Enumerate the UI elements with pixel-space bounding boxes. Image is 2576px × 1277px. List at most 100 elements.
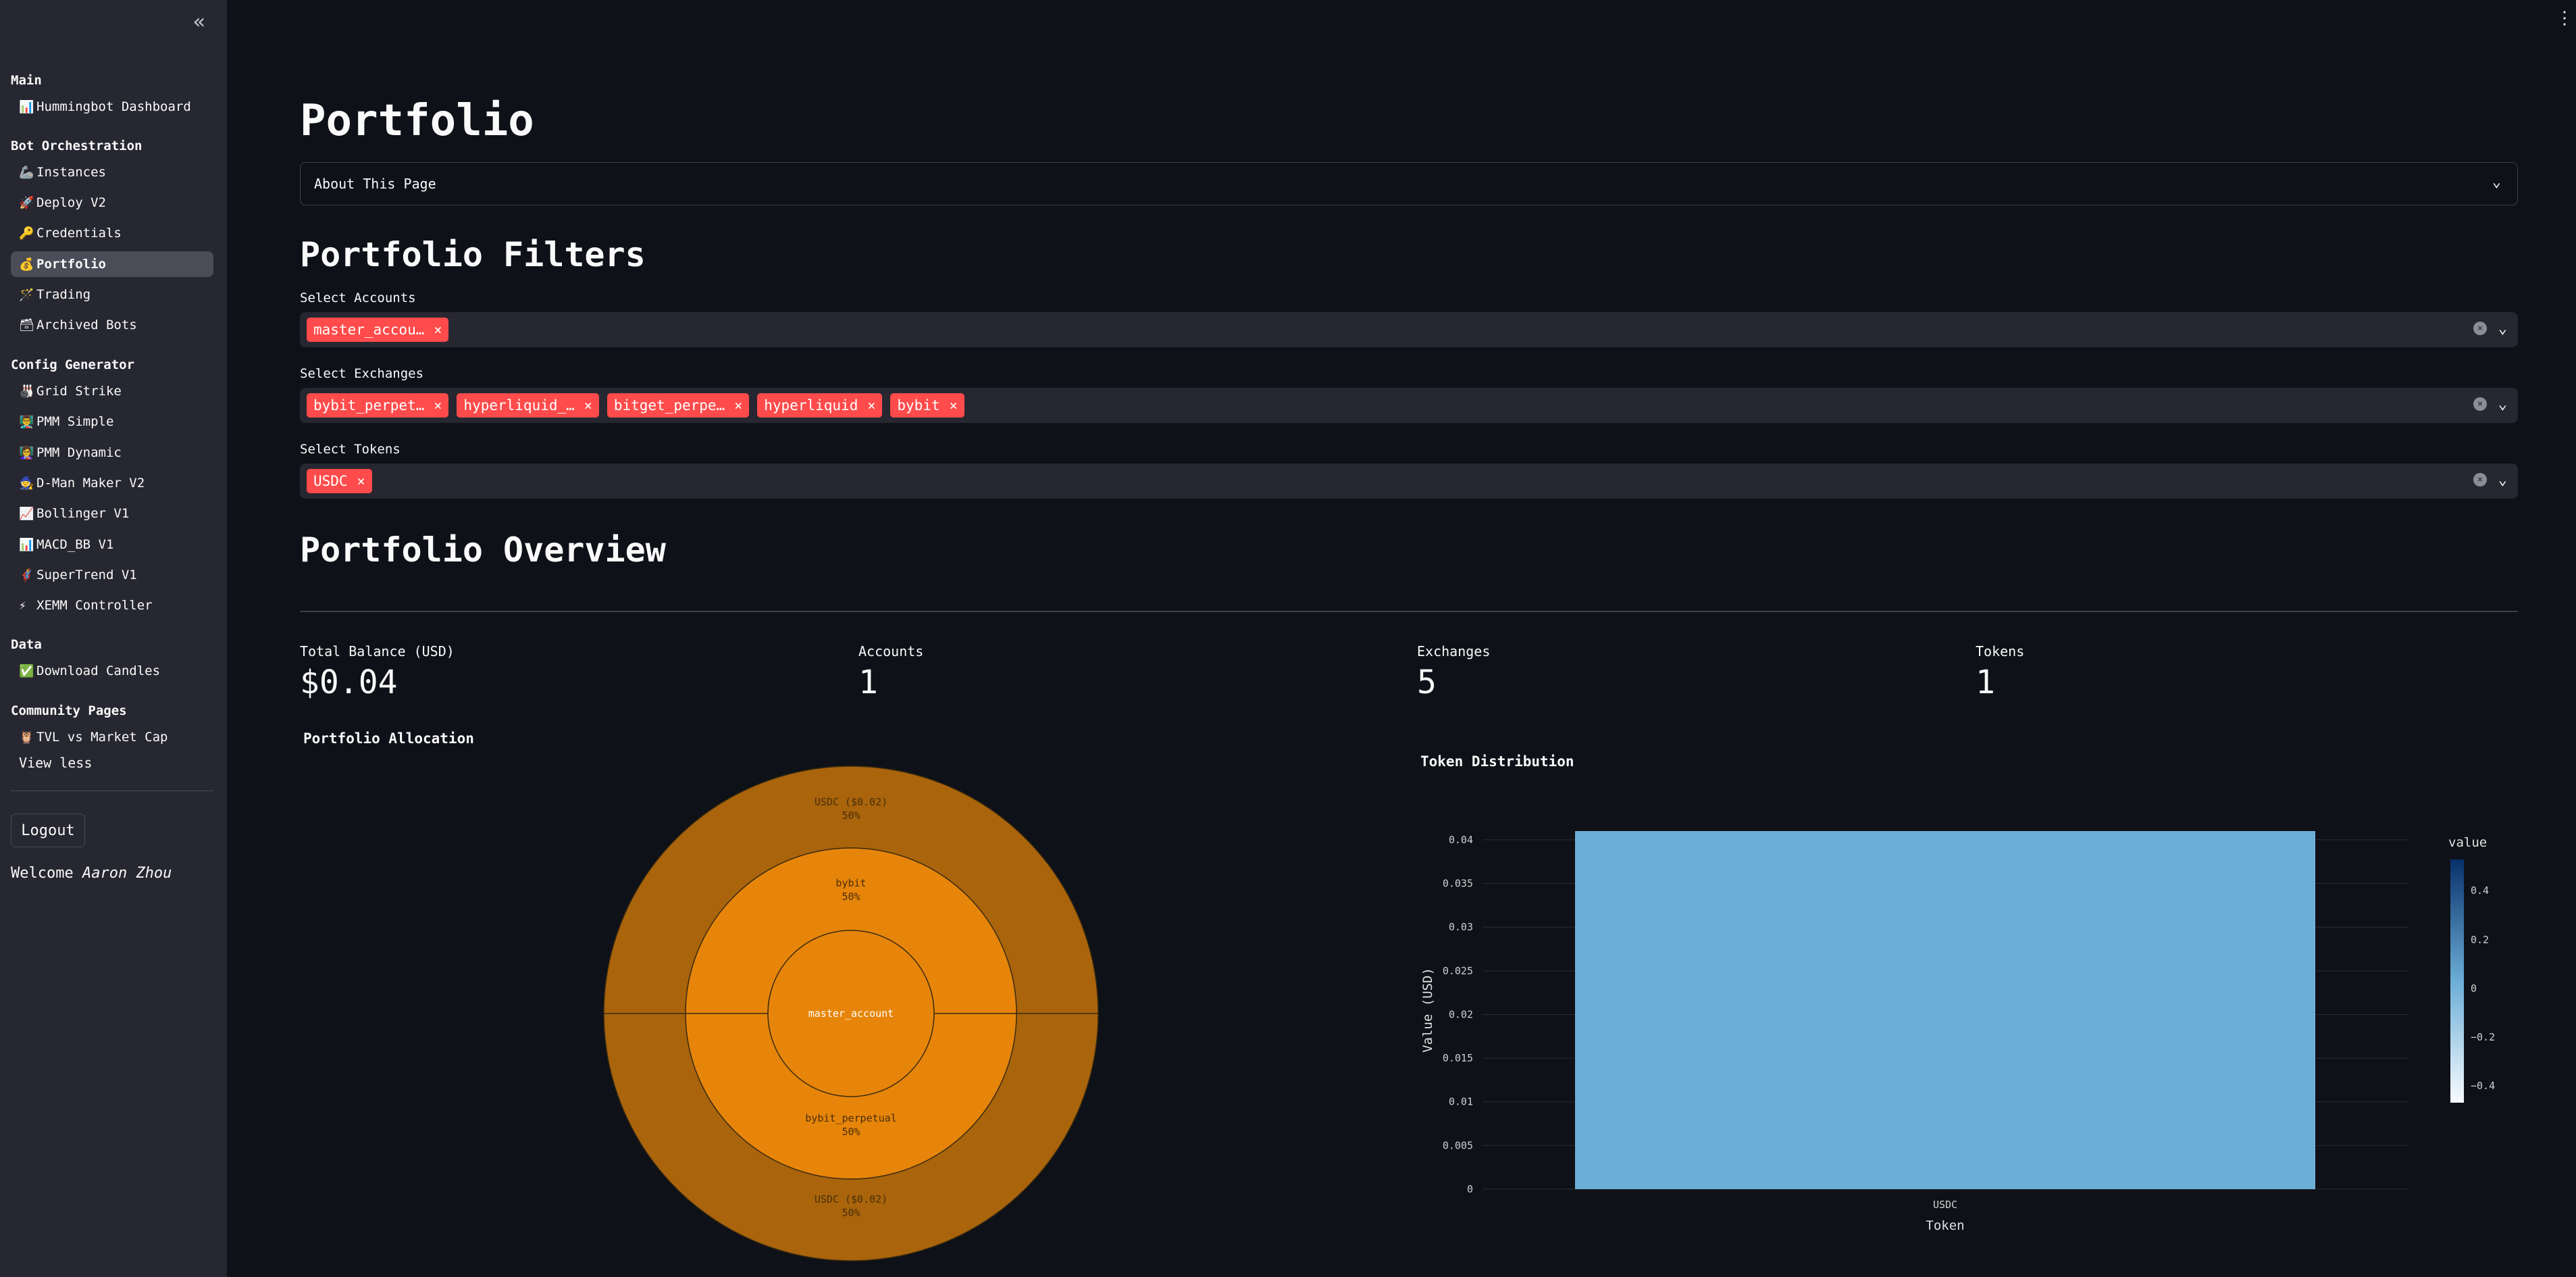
sidebar-item-deploy-v2[interactable]: 🚀 Deploy V2	[11, 190, 213, 216]
nav-item-icon: 📊	[19, 537, 34, 552]
bar[interactable]	[1575, 831, 2315, 1189]
remove-tag-icon[interactable]: ×	[867, 397, 875, 414]
selected-tag[interactable]: USDC ×	[307, 469, 372, 493]
overview-heading: Portfolio Overview	[300, 530, 666, 570]
nav-item-label: Bollinger V1	[36, 506, 130, 521]
colorbar-tick-label: −0.4	[2471, 1080, 2495, 1092]
nav-item-label: PMM Dynamic	[36, 445, 122, 460]
tag-label: hyperliquid_…	[463, 397, 575, 414]
nav-item-icon: 🎳	[19, 384, 34, 399]
exchanges-label: Select Exchanges	[300, 366, 424, 381]
nav-item-icon: 📈	[19, 506, 34, 521]
metric-total-balance-label: Total Balance (USD)	[300, 643, 455, 659]
remove-tag-icon[interactable]: ×	[434, 322, 442, 338]
colorbar	[2450, 859, 2464, 1103]
tag-label: hyperliquid	[764, 397, 858, 414]
sidebar-item-supertrend-v1[interactable]: 🦸 SuperTrend V1	[11, 562, 213, 588]
nav-item-icon: 🧙	[19, 476, 34, 491]
sidebar-item-macd-bb-v1[interactable]: 📊 MACD_BB V1	[11, 532, 213, 557]
sidebar-item-grid-strike[interactable]: 🎳 Grid Strike	[11, 378, 213, 404]
tag-label: bybit_perpet…	[313, 397, 425, 414]
selected-tag[interactable]: master_accou… ×	[307, 318, 449, 342]
remove-tag-icon[interactable]: ×	[434, 397, 442, 414]
y-tick-label: 0.025	[1443, 965, 1473, 977]
metric-exchanges-value: 5	[1417, 663, 1437, 701]
nav-item-icon: 👨‍🏫	[19, 414, 34, 429]
sidebar-item-hummingbot-dashboard[interactable]: 📊 Hummingbot Dashboard	[11, 94, 213, 120]
nav-item-icon: ✅	[19, 663, 34, 678]
y-tick-label: 0.02	[1449, 1008, 1473, 1020]
tag-label: bybit	[897, 397, 940, 414]
clear-all-icon[interactable]: ×	[2473, 322, 2487, 335]
double-chevron-left-icon[interactable]: «	[189, 12, 209, 32]
nav-item-icon: 👩‍🏫	[19, 445, 34, 460]
tag-label: USDC	[313, 473, 348, 489]
tokens-multiselect[interactable]: USDC × × ⌄	[300, 464, 2518, 499]
nav-item-label: Hummingbot Dashboard	[36, 99, 191, 114]
sunburst-segment-label: bybit	[835, 877, 866, 889]
metric-accounts-value: 1	[858, 663, 878, 701]
nav-item-icon: 📊	[19, 99, 34, 114]
remove-tag-icon[interactable]: ×	[584, 397, 592, 414]
colorbar-tick-label: −0.2	[2471, 1031, 2495, 1043]
chevron-down-icon[interactable]: ⌄	[2498, 320, 2507, 337]
nav-item-icon: 🦸	[19, 568, 34, 582]
clear-all-icon[interactable]: ×	[2473, 397, 2487, 411]
selected-tag[interactable]: bitget_perpe… ×	[607, 393, 750, 418]
selected-tag[interactable]: bybit_perpet… ×	[307, 393, 449, 418]
sidebar-item-pmm-dynamic[interactable]: 👩‍🏫 PMM Dynamic	[11, 440, 213, 466]
chevron-down-icon[interactable]: ⌄	[2498, 396, 2507, 413]
nav-item-icon: 🪄	[19, 287, 34, 302]
y-tick-label: 0.035	[1443, 878, 1473, 890]
nav-item-icon: 🚀	[19, 195, 34, 210]
remove-tag-icon[interactable]: ×	[950, 397, 958, 414]
nav-item-label: SuperTrend V1	[36, 568, 137, 582]
filters-heading: Portfolio Filters	[300, 235, 646, 274]
sidebar-item-pmm-simple[interactable]: 👨‍🏫 PMM Simple	[11, 409, 213, 434]
colorbar-tick-label: 0.2	[2471, 934, 2489, 946]
metric-tokens-label: Tokens	[1976, 643, 2025, 659]
exchanges-multiselect[interactable]: bybit_perpet… × hyperliquid_… × bitget_perpe…	[300, 388, 2518, 423]
nav-item-label: MACD_BB V1	[36, 537, 114, 552]
remove-tag-icon[interactable]: ×	[357, 473, 365, 489]
nav-item-label: Download Candles	[36, 663, 161, 678]
metric-total-balance-value: $0.04	[300, 663, 398, 701]
y-axis-title: Value (USD)	[1420, 968, 1435, 1053]
sidebar-item-tvl-vs-market-cap[interactable]: 🦉 TVL vs Market Cap	[11, 724, 213, 750]
nav-group-label: Community Pages	[11, 703, 127, 718]
sidebar-item-xemm-controller[interactable]: ⚡ XEMM Controller	[11, 593, 213, 618]
remove-tag-icon[interactable]: ×	[734, 397, 742, 414]
accounts-multiselect[interactable]: master_accou… × × ⌄	[300, 312, 2518, 347]
sidebar-item-trading[interactable]: 🪄 Trading	[11, 282, 213, 307]
view-less-link[interactable]: View less	[19, 755, 92, 771]
sidebar-item-portfolio[interactable]: 💰 Portfolio	[11, 251, 213, 277]
nav-item-label: TVL vs Market Cap	[36, 730, 168, 745]
nav-item-label: Trading	[36, 287, 91, 302]
nav-item-label: Archived Bots	[36, 318, 137, 332]
token-distribution-title: Token Distribution	[1420, 753, 1574, 770]
token-distribution-bar-chart: 0 0.005 0.01 0.015 0.02 0.025 0.03 0.035 0.04 USD…	[1420, 831, 2495, 1233]
nav-item-icon: 💰	[19, 257, 34, 272]
nav-item-label: D-Man Maker V2	[36, 476, 145, 491]
clear-all-icon[interactable]: ×	[2473, 473, 2487, 486]
tag-label: bitget_perpe…	[613, 397, 725, 414]
nav-item-label: XEMM Controller	[36, 598, 153, 613]
chevron-down-icon[interactable]: ⌄	[2498, 472, 2507, 489]
selected-tag[interactable]: hyperliquid_… ×	[457, 393, 599, 418]
welcome-user: Aaron Zhou	[82, 865, 172, 882]
sidebar-item-archived-bots[interactable]: 🗃 Archived Bots	[11, 312, 213, 338]
sidebar-item-download-candles[interactable]: ✅ Download Candles	[11, 658, 213, 684]
sidebar-item-d-man-maker-v2[interactable]: 🧙 D-Man Maker V2	[11, 470, 213, 496]
sidebar-item-bollinger-v1[interactable]: 📈 Bollinger V1	[11, 501, 213, 526]
kebab-menu-icon[interactable]: ⋮	[2556, 8, 2573, 28]
selected-tag[interactable]: bybit ×	[890, 393, 964, 418]
about-expander[interactable]: About This Page ⌄	[300, 162, 2518, 205]
expander-label: About This Page	[314, 176, 436, 192]
nav-group-label: Data	[11, 637, 42, 652]
sidebar-item-instances[interactable]: 🦾 Instances	[11, 159, 213, 185]
colorbar-title: value	[2448, 835, 2487, 850]
selected-tag[interactable]: hyperliquid ×	[757, 393, 883, 418]
y-tick-label: 0	[1467, 1183, 1473, 1195]
sidebar-item-credentials[interactable]: 🔑 Credentials	[11, 220, 213, 246]
logout-button[interactable]: Logout	[11, 813, 85, 847]
